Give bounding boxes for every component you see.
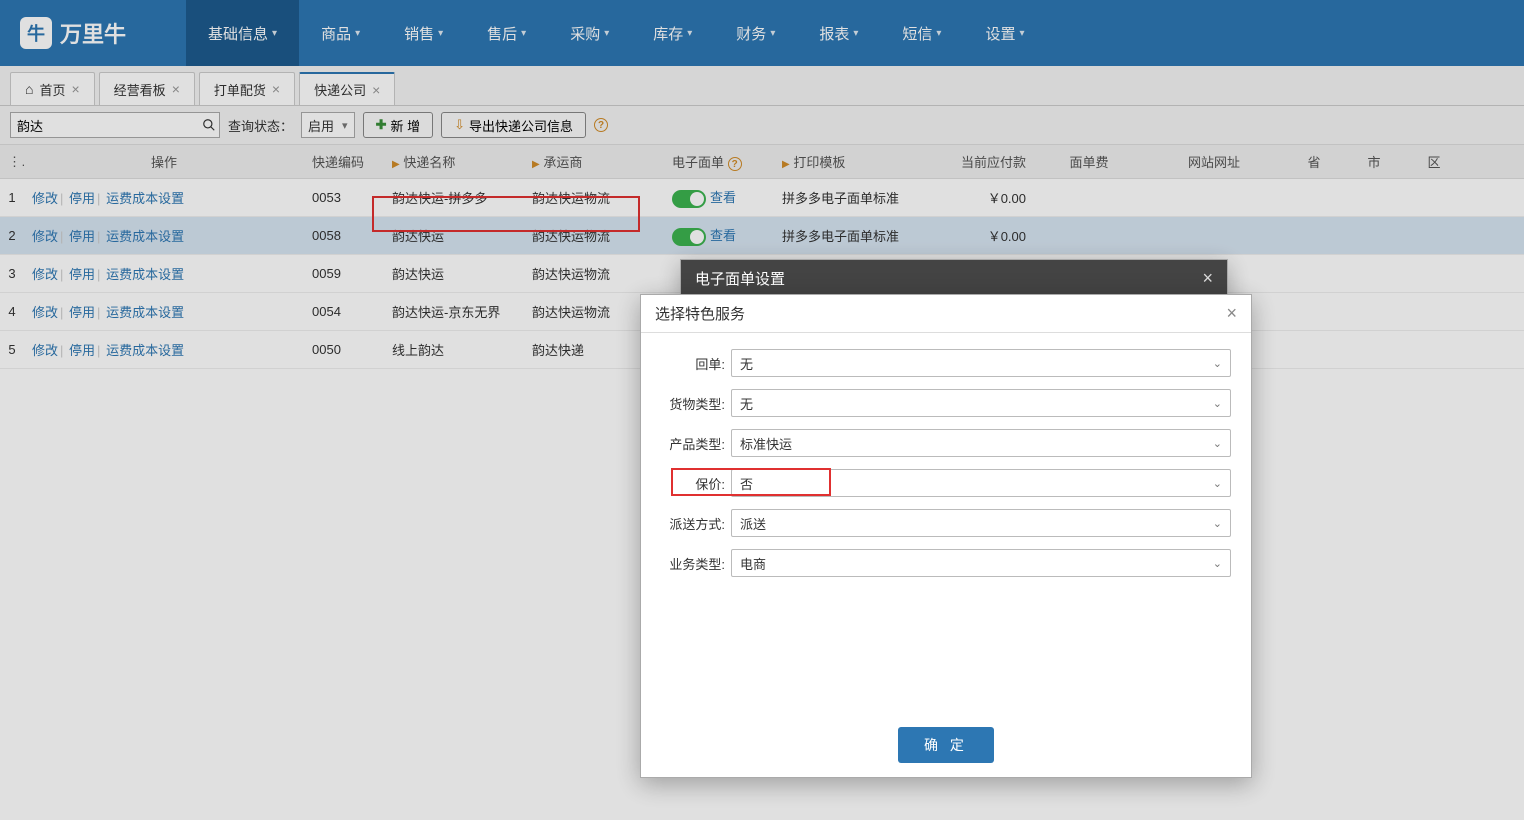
dialog-ebill-settings: 电子面单设置 × <box>680 259 1228 299</box>
form-row: 货物类型: 无 ⌄ <box>661 389 1231 417</box>
form-label: 产品类型: <box>661 434 731 453</box>
form-select[interactable]: 无 ⌄ <box>731 349 1231 377</box>
form-select[interactable]: 无 ⌄ <box>731 389 1231 417</box>
chevron-down-icon: ⌄ <box>1213 357 1222 370</box>
select-value: 否 <box>740 474 753 493</box>
form-label: 保价: <box>661 474 731 493</box>
chevron-down-icon: ⌄ <box>1213 517 1222 530</box>
form-select[interactable]: 电商 ⌄ <box>731 549 1231 577</box>
form-row: 产品类型: 标准快运 ⌄ <box>661 429 1231 457</box>
chevron-down-icon: ⌄ <box>1213 477 1222 490</box>
select-value: 无 <box>740 354 753 373</box>
dialog-ebill-header[interactable]: 电子面单设置 × <box>681 260 1227 298</box>
form-label: 业务类型: <box>661 554 731 573</box>
select-value: 标准快运 <box>740 434 792 453</box>
form-select[interactable]: 派送 ⌄ <box>731 509 1231 537</box>
close-icon[interactable]: × <box>1202 268 1213 289</box>
close-icon[interactable]: × <box>1226 303 1237 324</box>
form-label: 回单: <box>661 354 731 373</box>
form-label: 货物类型: <box>661 394 731 413</box>
form-row: 回单: 无 ⌄ <box>661 349 1231 377</box>
select-value: 无 <box>740 394 753 413</box>
select-value: 电商 <box>740 554 766 573</box>
dialog-ebill-title: 电子面单设置 <box>695 268 785 289</box>
dialog-service-footer: 确 定 <box>641 713 1251 777</box>
confirm-button[interactable]: 确 定 <box>898 727 994 763</box>
chevron-down-icon: ⌄ <box>1213 437 1222 450</box>
form-row: 保价: 否 ⌄ <box>661 469 1231 497</box>
form-select[interactable]: 标准快运 ⌄ <box>731 429 1231 457</box>
dialog-service-title: 选择特色服务 <box>655 303 745 324</box>
dialog-service-header[interactable]: 选择特色服务 × <box>641 295 1251 333</box>
form-label: 派送方式: <box>661 514 731 533</box>
form-select[interactable]: 否 ⌄ <box>731 469 1231 497</box>
dialog-select-service: 选择特色服务 × 回单: 无 ⌄ 货物类型: 无 ⌄ 产品类型: 标准快运 ⌄ … <box>640 294 1252 778</box>
form-row: 业务类型: 电商 ⌄ <box>661 549 1231 577</box>
dialog-service-body: 回单: 无 ⌄ 货物类型: 无 ⌄ 产品类型: 标准快运 ⌄ 保价: 否 ⌄ 派… <box>641 333 1251 713</box>
chevron-down-icon: ⌄ <box>1213 557 1222 570</box>
chevron-down-icon: ⌄ <box>1213 397 1222 410</box>
form-row: 派送方式: 派送 ⌄ <box>661 509 1231 537</box>
select-value: 派送 <box>740 514 766 533</box>
